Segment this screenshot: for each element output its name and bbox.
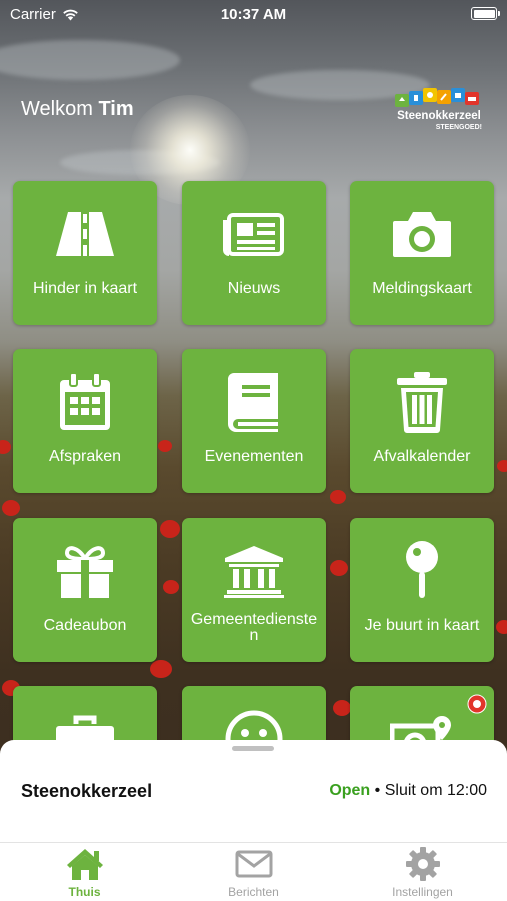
calendar-icon [60, 372, 110, 430]
tab-label: Berichten [228, 885, 279, 899]
logo-mark-icon [395, 88, 479, 107]
tile-label: Afspraken [48, 448, 122, 465]
newspaper-icon [223, 213, 284, 256]
tile-evenementen[interactable]: Evenementen [182, 349, 326, 493]
book-icon [228, 373, 278, 432]
home-icon [66, 849, 103, 880]
tab-bar: Thuis Berichten Instellingen [0, 842, 507, 901]
tile-label: Gemeentediensten [190, 611, 318, 644]
tile-cadeaubon[interactable]: Cadeaubon [13, 518, 157, 662]
tile-label: Afvalkalender [373, 448, 471, 465]
battery-icon [471, 7, 500, 20]
camera-icon [393, 212, 451, 257]
tile-label: Evenementen [204, 448, 304, 465]
map-pin-icon [406, 541, 438, 598]
tile-hinder-in-kaart[interactable]: Hinder in kaart [13, 181, 157, 325]
tile-label: Cadeaubon [43, 617, 127, 634]
logo-name: Steenokkerzeel [397, 110, 481, 122]
status-bar: Carrier 10:37 AM [0, 0, 507, 28]
open-status: Open [329, 782, 371, 799]
town-hall-icon [224, 546, 284, 598]
tile-nieuws[interactable]: Nieuws [182, 181, 326, 325]
clock: 10:37 AM [220, 6, 287, 23]
tab-label: Thuis [68, 885, 101, 899]
logo-tagline: STEENGOED! [435, 124, 482, 131]
welcome-greeting: Welkom Tim [21, 98, 134, 121]
tile-label: Hinder in kaart [32, 280, 138, 297]
gear-icon [405, 847, 440, 881]
tab-label: Instellingen [392, 885, 453, 899]
tab-thuis[interactable]: Thuis [0, 843, 169, 901]
badge-icon [467, 694, 487, 714]
tile-afvalkalender[interactable]: Afvalkalender [350, 349, 494, 493]
sheet-drag-handle[interactable] [232, 746, 274, 751]
tile-je-buurt-in-kaart[interactable]: Je buurt in kaart [350, 518, 494, 662]
trash-icon [397, 372, 447, 433]
welcome-prefix: Welkom [21, 98, 93, 120]
municipality-name: Steenokkerzeel [21, 781, 153, 801]
tile-label: Nieuws [227, 280, 281, 297]
tile-gemeentediensten[interactable]: Gemeentediensten [182, 518, 326, 662]
mail-icon [235, 850, 272, 878]
tile-afspraken[interactable]: Afspraken [13, 349, 157, 493]
gift-icon [57, 546, 113, 598]
road-icon [56, 212, 114, 256]
separator: • [374, 782, 381, 799]
tile-meldingskaart[interactable]: Meldingskaart [350, 181, 494, 325]
user-name: Tim [98, 98, 134, 120]
tab-instellingen[interactable]: Instellingen [338, 843, 507, 901]
tab-berichten[interactable]: Berichten [169, 843, 338, 901]
closing-time: Sluit om 12:00 [384, 782, 487, 799]
municipality-logo: Steenokkerzeel STEENGOED! [393, 86, 485, 136]
opening-hours: Open • Sluit om 12:00 [329, 782, 487, 800]
tile-label: Je buurt in kaart [364, 617, 480, 634]
tile-label: Meldingskaart [372, 280, 472, 297]
